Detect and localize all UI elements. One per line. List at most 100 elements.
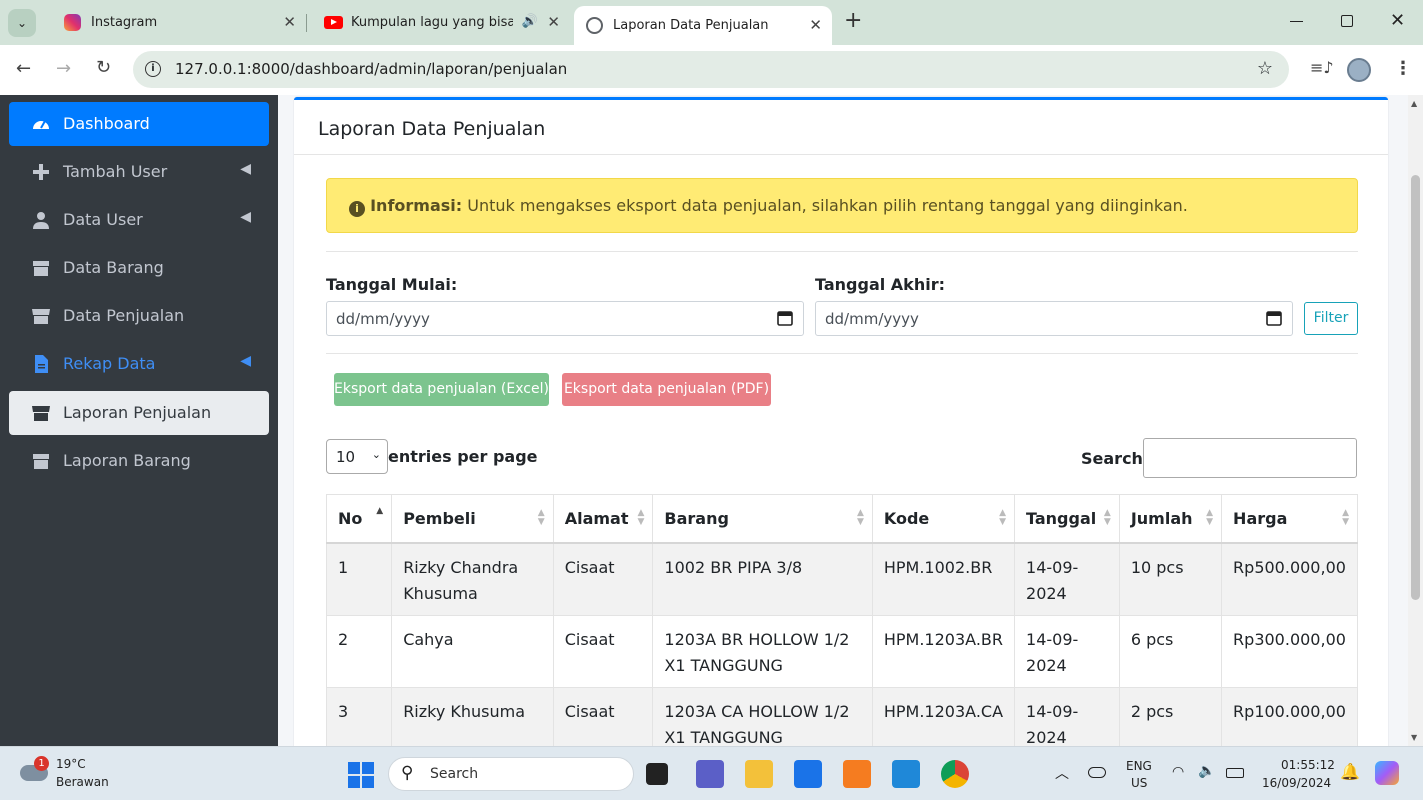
sort-ascending-icon: ▲ [376,506,384,516]
alert-heading: Informasi: [370,196,463,215]
column-header-alamat[interactable]: Alamat ▲ ▼ [552,494,654,544]
tab-search-dropdown-button[interactable]: ⌄ [8,9,36,37]
teams-icon[interactable] [696,760,724,788]
address-bar[interactable]: i 127.0.0.1:8000/dashboard/admin/laporan… [133,51,1289,88]
column-header-jumlah[interactable]: Jumlah ▲ ▼ [1118,494,1223,544]
store-icon [32,406,50,421]
language-indicator-top[interactable]: ENG [1126,759,1152,773]
main-content: Laporan Data Penjualan i Informasi: Untu… [278,95,1408,746]
sidebar-item-data-user[interactable]: Data User ◀ [9,198,269,242]
table-cell: 1 [325,542,393,616]
table-cell: 1203A CA HOLLOW 1/2 X1 TANGGUNG [652,686,873,746]
sidebar-item-label: Rekap Data [63,354,156,373]
xampp-icon[interactable] [843,760,871,788]
sidebar-item-label: Data User [63,210,143,229]
onedrive-cloud-icon[interactable] [1088,767,1106,778]
close-tab-icon[interactable]: ✕ [547,13,560,31]
clock-time[interactable]: 01:55:12 [1281,758,1335,772]
chevron-left-icon: ◀ [240,209,251,225]
sidebar-item-rekap-data[interactable]: Rekap Data ◀ [9,342,269,386]
media-control-icon[interactable]: ≡♪ [1310,58,1334,77]
sidebar-item-laporan-penjualan[interactable]: Laporan Penjualan [9,391,269,435]
start-windows-icon[interactable] [348,762,374,788]
vertical-scrollbar[interactable]: ▲ ▼ [1408,95,1423,746]
chevron-left-icon: ◀ [240,161,251,177]
sort-icon: ▲ ▼ [999,508,1007,527]
bookmark-star-icon[interactable]: ☆ [1257,58,1273,79]
export-pdf-button[interactable]: Eksport data penjualan (PDF) [562,373,771,406]
scroll-down-arrow-icon[interactable]: ▼ [1411,733,1417,742]
volume-icon[interactable]: 🔈 [1198,763,1215,779]
tab-divider [306,14,307,32]
show-hidden-icons-chevron[interactable]: ︿ [1055,763,1069,783]
close-window-button[interactable]: ✕ [1390,10,1405,31]
calendar-icon[interactable] [777,310,793,326]
chevron-down-icon: ⌄ [371,448,381,461]
weather-widget[interactable]: 1 19°C Berawan [18,755,128,795]
minimize-button[interactable] [1290,21,1303,22]
close-tab-icon[interactable]: ✕ [809,16,822,34]
close-tab-icon[interactable]: ✕ [283,13,296,31]
clock-date[interactable]: 16/09/2024 [1262,776,1331,790]
box-icon [33,261,49,276]
export-excel-button[interactable]: Eksport data penjualan (Excel) [334,373,549,406]
table-cell: Rizky Chandra Khusuma [391,542,554,616]
copilot-icon[interactable] [1375,761,1399,785]
site-info-icon[interactable]: i [145,61,161,77]
info-alert: i Informasi: Untuk mengakses eksport dat… [326,178,1358,233]
sidebar-item-data-barang[interactable]: Data Barang [9,246,269,290]
end-date-value: dd/mm/yyyy [825,310,919,328]
wifi-icon[interactable]: ◠ [1172,764,1184,780]
sort-icon: ▲ ▼ [856,508,864,527]
column-header-pembeli[interactable]: Pembeli ▲ ▼ [391,494,554,544]
new-tab-button[interactable]: + [844,8,862,33]
microsoft-store-icon[interactable] [794,760,822,788]
table-row: 3 Rizky Khusuma Cisaat 1203A CA HOLLOW 1… [325,686,1358,746]
profile-avatar[interactable] [1347,58,1371,82]
start-date-value: dd/mm/yyyy [336,310,430,328]
sidebar-item-label: Laporan Penjualan [63,403,212,422]
file-explorer-icon[interactable] [745,760,773,788]
entries-label: entries per page [388,447,538,466]
column-header-no[interactable]: No ▲ [325,494,393,544]
menu-kebab-icon[interactable]: ⋮ [1394,58,1412,79]
battery-icon[interactable] [1226,768,1244,778]
tab-instagram[interactable]: Instagram ✕ [44,6,306,39]
scrollbar-thumb[interactable] [1411,175,1420,600]
end-date-input[interactable]: dd/mm/yyyy [815,301,1293,336]
scroll-up-arrow-icon[interactable]: ▲ [1411,99,1417,108]
tab-laporan[interactable]: Laporan Data Penjualan ✕ [574,6,832,45]
speaker-icon[interactable]: 🔊 [522,14,538,29]
filter-button[interactable]: Filter [1304,302,1358,335]
vscode-icon[interactable] [892,760,920,788]
table-cell: 14-09-2024 [1014,686,1120,746]
user-tie-icon [33,212,49,229]
start-date-input[interactable]: dd/mm/yyyy [326,301,804,336]
maximize-button[interactable] [1341,15,1353,27]
chrome-icon[interactable] [941,760,969,788]
column-header-barang[interactable]: Barang ▲ ▼ [652,494,873,544]
sidebar-item-dashboard[interactable]: Dashboard [9,102,269,146]
search-input[interactable] [1143,438,1357,478]
column-header-tanggal[interactable]: Tanggal ▲ ▼ [1014,494,1120,544]
calendar-icon[interactable] [1266,310,1282,326]
entries-per-page-select[interactable]: 10 ⌄ [326,439,388,474]
forward-arrow-icon[interactable]: → [56,58,71,79]
table-header-row: No ▲ Pembeli ▲ ▼ Alamat ▲ ▼ Barang ▲ ▼ Kode ▲ ▼ T… [325,494,1358,544]
sidebar-item-data-penjualan[interactable]: Data Penjualan [9,294,269,338]
column-header-kode[interactable]: Kode ▲ ▼ [871,494,1016,544]
back-arrow-icon[interactable]: ← [16,58,31,79]
notification-bell-icon[interactable]: 🔔 [1340,762,1360,781]
column-header-harga[interactable]: Harga ▲ ▼ [1221,494,1358,544]
table-cell: 14-09-2024 [1014,614,1120,688]
reload-icon[interactable]: ↻ [96,57,111,78]
divider [326,251,1358,252]
taskbar-search-box[interactable]: ⚲ Search [388,757,634,791]
table-cell: Cisaat [552,614,654,688]
entries-value: 10 [336,448,356,466]
sidebar-item-laporan-barang[interactable]: Laporan Barang [9,439,269,483]
task-view-icon[interactable] [646,763,668,785]
tab-youtube[interactable]: Kumpulan lagu yang bisa ar 🔊 ✕ [308,6,570,39]
language-indicator-bottom[interactable]: US [1131,776,1147,790]
sidebar-item-tambah-user[interactable]: Tambah User ◀ [9,150,269,194]
